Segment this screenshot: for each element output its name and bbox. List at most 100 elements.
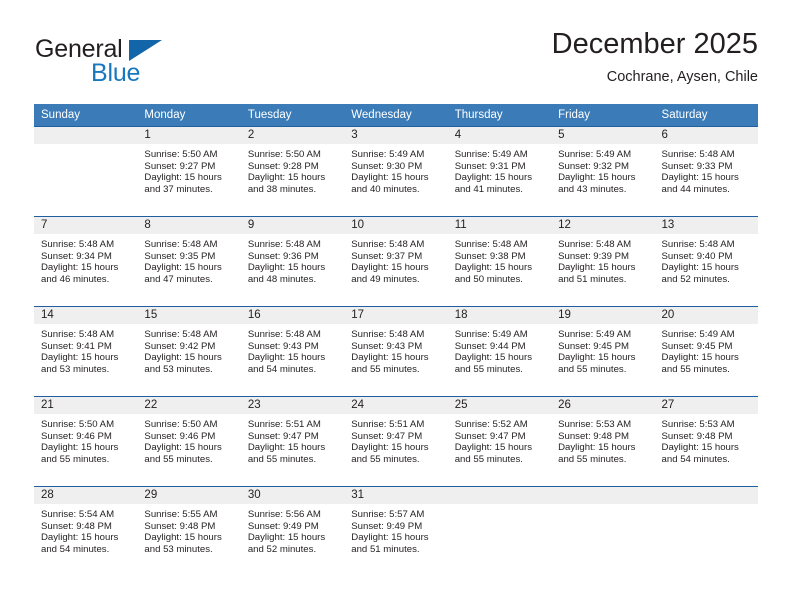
calendar-day-cell[interactable]: 16 Sunrise: 5:48 AM Sunset: 9:43 PM Dayligh… [240,306,345,397]
daylight-text-line2: and 51 minutes. [351,543,420,555]
day-number: 3 [344,127,448,144]
sunset-text: Sunset: 9:48 PM [558,430,630,442]
day-number: 29 [137,487,241,504]
daylight-text-line2: and 55 minutes. [454,363,523,375]
daylight-text-line1: Daylight: 15 hours [351,442,429,454]
day-number: 4 [447,127,552,144]
sunset-text: Sunset: 9:42 PM [144,340,216,352]
calendar-day-cell[interactable]: 10 Sunrise: 5:48 AM Sunset: 9:37 PM Dayligh… [344,216,448,307]
calendar-day-cell[interactable]: 15 Sunrise: 5:48 AM Sunset: 9:42 PM Dayligh… [137,306,241,397]
daylight-text-line2: and 53 minutes. [41,363,110,375]
calendar-day-cell[interactable]: 27 Sunrise: 5:53 AM Sunset: 9:48 PM Dayligh… [654,396,758,487]
sunrise-text: Sunrise: 5:49 AM [351,149,425,160]
calendar-day-cell[interactable]: 18 Sunrise: 5:49 AM Sunset: 9:44 PM Dayligh… [447,306,552,397]
day-number: 22 [137,397,241,414]
calendar-day-cell[interactable]: 17 Sunrise: 5:48 AM Sunset: 9:43 PM Dayligh… [344,306,448,397]
calendar-day-cell[interactable]: 11 Sunrise: 5:48 AM Sunset: 9:38 PM Dayligh… [447,216,552,307]
sunset-text: Sunset: 9:43 PM [351,340,423,352]
day-sun-info: Sunrise: 5:49 AM Sunset: 9:30 PM Daylight:… [344,144,447,195]
sunrise-text: Sunrise: 5:48 AM [351,239,425,250]
daylight-text-line2: and 43 minutes. [558,183,627,195]
daylight-text-line1: Daylight: 15 hours [558,352,636,364]
day-number: 30 [240,487,345,504]
calendar-day-cell[interactable] [34,126,138,217]
day-cell-content: 28 Sunrise: 5:54 AM Sunset: 9:48 PM Dayligh… [34,487,138,576]
calendar-day-cell[interactable]: 26 Sunrise: 5:53 AM Sunset: 9:48 PM Dayligh… [551,396,655,487]
calendar-day-cell[interactable]: 3 Sunrise: 5:49 AM Sunset: 9:30 PM Daylight… [344,126,448,217]
daylight-text-line1: Daylight: 15 hours [558,172,636,184]
day-number: 5 [551,127,655,144]
day-number: 11 [447,217,552,234]
calendar-week-row: 14 Sunrise: 5:48 AM Sunset: 9:41 PM Dayligh… [34,306,758,397]
calendar-day-cell[interactable] [447,486,552,576]
weekday-header-wednesday: Wednesday [344,104,448,127]
day-cell-content: 9 Sunrise: 5:48 AM Sunset: 9:36 PM Daylight… [240,217,345,306]
day-cell-content: 12 Sunrise: 5:48 AM Sunset: 9:39 PM Dayligh… [551,217,655,306]
calendar-week-row: 7 Sunrise: 5:48 AM Sunset: 9:34 PM Daylight… [34,216,758,307]
sunrise-text: Sunrise: 5:51 AM [351,419,425,430]
daylight-text-line1: Daylight: 15 hours [41,532,119,544]
daylight-text-line1: Daylight: 15 hours [144,172,222,184]
calendar-day-cell[interactable]: 4 Sunrise: 5:49 AM Sunset: 9:31 PM Daylight… [447,126,552,217]
calendar-day-cell[interactable] [551,486,655,576]
calendar-day-cell[interactable]: 8 Sunrise: 5:48 AM Sunset: 9:35 PM Daylight… [137,216,241,307]
day-number [34,127,138,144]
daylight-text-line1: Daylight: 15 hours [144,532,222,544]
day-cell-content: 15 Sunrise: 5:48 AM Sunset: 9:42 PM Dayligh… [137,307,241,396]
daylight-text-line2: and 55 minutes. [454,453,523,465]
calendar-day-cell[interactable]: 9 Sunrise: 5:48 AM Sunset: 9:36 PM Daylight… [240,216,345,307]
calendar-day-cell[interactable]: 14 Sunrise: 5:48 AM Sunset: 9:41 PM Dayligh… [34,306,138,397]
daylight-text-line2: and 40 minutes. [351,183,420,195]
calendar-day-cell[interactable]: 21 Sunrise: 5:50 AM Sunset: 9:46 PM Dayligh… [34,396,138,487]
calendar-day-cell[interactable] [654,486,758,576]
sunset-text: Sunset: 9:49 PM [247,520,319,532]
calendar-day-cell[interactable]: 19 Sunrise: 5:49 AM Sunset: 9:45 PM Dayligh… [551,306,655,397]
day-cell-content: 4 Sunrise: 5:49 AM Sunset: 9:31 PM Daylight… [447,127,552,216]
calendar-day-cell[interactable]: 6 Sunrise: 5:48 AM Sunset: 9:33 PM Daylight… [654,126,758,217]
daylight-text-line1: Daylight: 15 hours [454,442,533,454]
day-cell-content: 16 Sunrise: 5:48 AM Sunset: 9:43 PM Dayligh… [240,307,345,396]
calendar-day-cell[interactable]: 5 Sunrise: 5:49 AM Sunset: 9:32 PM Daylight… [551,126,655,217]
calendar-day-cell[interactable]: 13 Sunrise: 5:48 AM Sunset: 9:40 PM Dayligh… [654,216,758,307]
day-number [447,487,552,504]
daylight-text-line1: Daylight: 15 hours [144,262,222,274]
sunset-text: Sunset: 9:43 PM [247,340,319,352]
sunrise-text: Sunrise: 5:48 AM [247,329,321,340]
calendar-day-cell[interactable]: 2 Sunrise: 5:50 AM Sunset: 9:28 PM Daylight… [240,126,345,217]
day-sun-info: Sunrise: 5:51 AM Sunset: 9:47 PM Daylight:… [241,414,344,465]
day-number: 26 [551,397,655,414]
day-cell-content: 6 Sunrise: 5:48 AM Sunset: 9:33 PM Daylight… [654,127,758,216]
calendar-day-cell[interactable]: 24 Sunrise: 5:51 AM Sunset: 9:47 PM Dayligh… [344,396,448,487]
day-sun-info: Sunrise: 5:48 AM Sunset: 9:40 PM Daylight:… [655,234,758,285]
calendar-day-cell[interactable]: 12 Sunrise: 5:48 AM Sunset: 9:39 PM Dayligh… [551,216,655,307]
daylight-text-line1: Daylight: 15 hours [454,262,533,274]
day-cell-content: 25 Sunrise: 5:52 AM Sunset: 9:47 PM Dayligh… [447,397,552,486]
calendar-day-cell[interactable]: 30 Sunrise: 5:56 AM Sunset: 9:49 PM Dayligh… [240,486,345,576]
daylight-text-line2: and 55 minutes. [247,453,317,465]
sunset-text: Sunset: 9:28 PM [247,160,319,172]
calendar-day-cell[interactable]: 1 Sunrise: 5:50 AM Sunset: 9:27 PM Daylight… [137,126,241,217]
day-sun-info: Sunrise: 5:49 AM Sunset: 9:32 PM Daylight:… [551,144,654,195]
calendar-day-cell[interactable]: 25 Sunrise: 5:52 AM Sunset: 9:47 PM Dayligh… [447,396,552,487]
day-cell-content: 29 Sunrise: 5:55 AM Sunset: 9:48 PM Dayligh… [137,487,241,576]
calendar-day-cell[interactable]: 29 Sunrise: 5:55 AM Sunset: 9:48 PM Dayligh… [137,486,241,576]
calendar-day-cell[interactable]: 22 Sunrise: 5:50 AM Sunset: 9:46 PM Dayligh… [137,396,241,487]
day-sun-info: Sunrise: 5:53 AM Sunset: 9:48 PM Daylight:… [551,414,654,465]
sunrise-text: Sunrise: 5:48 AM [41,329,115,340]
day-number: 21 [34,397,138,414]
daylight-text-line1: Daylight: 15 hours [558,262,636,274]
calendar-day-cell[interactable]: 28 Sunrise: 5:54 AM Sunset: 9:48 PM Dayligh… [34,486,138,576]
calendar-day-cell[interactable]: 7 Sunrise: 5:48 AM Sunset: 9:34 PM Daylight… [34,216,138,307]
sunrise-text: Sunrise: 5:48 AM [661,239,735,250]
calendar-day-cell[interactable]: 31 Sunrise: 5:57 AM Sunset: 9:49 PM Dayligh… [344,486,448,576]
daylight-text-line2: and 55 minutes. [41,453,110,465]
day-cell-content: 13 Sunrise: 5:48 AM Sunset: 9:40 PM Dayligh… [654,217,758,306]
calendar-day-cell[interactable]: 20 Sunrise: 5:49 AM Sunset: 9:45 PM Dayligh… [654,306,758,397]
daylight-text-line2: and 53 minutes. [144,543,213,555]
daylight-text-line1: Daylight: 15 hours [144,442,222,454]
day-cell-content: 30 Sunrise: 5:56 AM Sunset: 9:49 PM Dayligh… [240,487,345,576]
sunrise-text: Sunrise: 5:48 AM [454,239,528,250]
day-number: 24 [344,397,448,414]
day-number: 27 [654,397,758,414]
calendar-day-cell[interactable]: 23 Sunrise: 5:51 AM Sunset: 9:47 PM Dayligh… [240,396,345,487]
